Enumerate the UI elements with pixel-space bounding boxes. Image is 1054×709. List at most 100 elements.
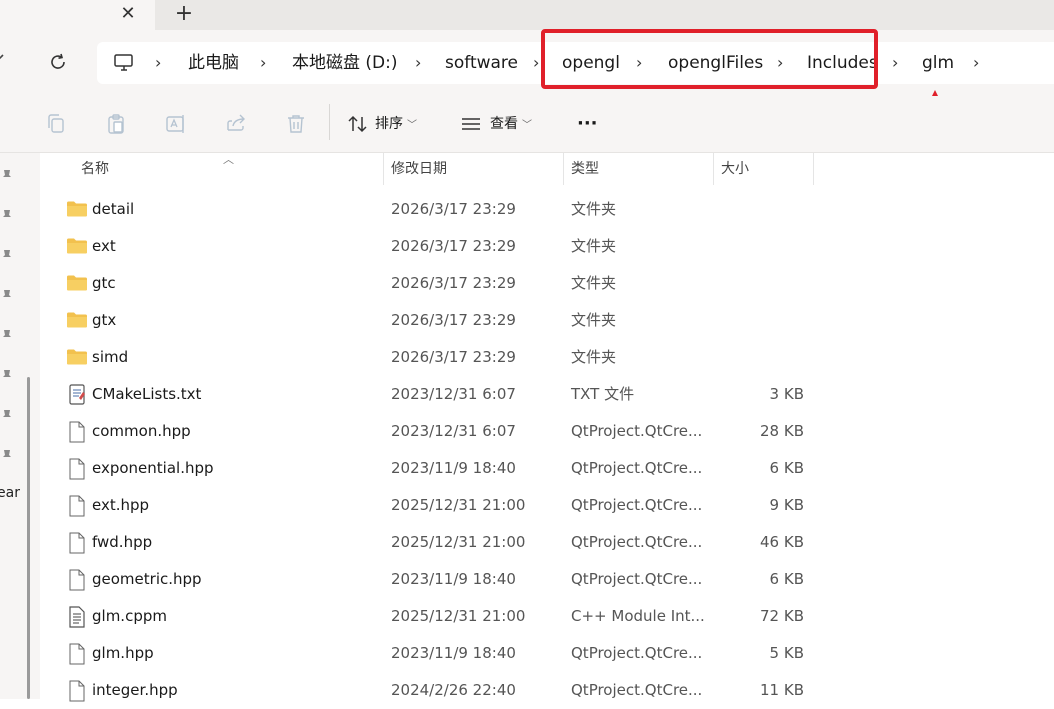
file-modified-date: 2025/12/31 21:00 <box>391 496 526 514</box>
file-type: 文件夹 <box>571 274 617 292</box>
close-tab-icon[interactable]: ✕ <box>118 3 138 25</box>
folder-icon <box>66 236 88 256</box>
active-tab[interactable]: ✕ <box>0 0 155 30</box>
file-type: 文件夹 <box>571 200 617 218</box>
file-size: 72 KB <box>760 607 804 625</box>
file-type: QtProject.QtCre... <box>571 570 703 588</box>
file-row[interactable]: integer.hpp 2024/2/26 22:40 QtProject.QtCr… <box>40 672 1054 709</box>
chevron-down-icon: ﹀ <box>522 120 532 131</box>
breadcrumb-glm[interactable]: glm <box>922 42 954 84</box>
file-modified-date: 2023/11/9 18:40 <box>391 644 516 662</box>
file-type: QtProject.QtCre... <box>571 422 703 440</box>
share-icon[interactable] <box>224 112 248 136</box>
breadcrumb-separator-icon[interactable]: › <box>892 42 898 84</box>
pin-icon[interactable] <box>1 287 13 301</box>
file-row[interactable]: detail 2026/3/17 23:29 文件夹 <box>40 191 1054 228</box>
file-size: 11 KB <box>760 681 804 699</box>
document-file-icon <box>66 606 88 628</box>
file-modified-date: 2025/12/31 21:00 <box>391 533 526 551</box>
file-modified-date: 2023/12/31 6:07 <box>391 385 516 403</box>
breadcrumb-software[interactable]: software <box>445 42 518 84</box>
pin-icon[interactable] <box>1 407 13 421</box>
file-name: gtx <box>92 311 117 329</box>
file-row[interactable]: ext.hpp 2025/12/31 21:00 QtProject.QtCre..… <box>40 487 1054 524</box>
computer-icon[interactable] <box>113 53 135 73</box>
file-modified-date: 2026/3/17 23:29 <box>391 200 516 218</box>
file-size: 6 KB <box>769 570 804 588</box>
breadcrumb-this-pc[interactable]: 此电脑 <box>188 42 239 84</box>
file-type: 文件夹 <box>571 348 617 366</box>
breadcrumb-separator-icon[interactable]: › <box>533 42 539 84</box>
back-arrow-icon[interactable] <box>0 52 8 72</box>
column-divider[interactable] <box>383 153 384 185</box>
nav-item-label[interactable]: ear <box>0 485 20 501</box>
breadcrumb-separator-icon[interactable]: › <box>260 42 266 84</box>
pin-icon[interactable] <box>1 247 13 261</box>
pin-icon[interactable] <box>1 447 13 461</box>
file-icon <box>66 458 88 480</box>
file-modified-date: 2026/3/17 23:29 <box>391 348 516 366</box>
file-row[interactable]: geometric.hpp 2023/11/9 18:40 QtProject.Qt… <box>40 561 1054 598</box>
paste-icon[interactable] <box>104 112 128 136</box>
rename-icon[interactable] <box>164 112 188 136</box>
file-size <box>714 265 804 302</box>
command-bar: 排序 ﹀ 查看 ﹀ ··· <box>0 96 1054 153</box>
sort-icon <box>348 115 367 133</box>
more-options-button[interactable]: ··· <box>577 108 598 140</box>
column-header-size[interactable]: 大小 <box>721 153 749 185</box>
delete-icon[interactable] <box>284 112 308 136</box>
file-row[interactable]: exponential.hpp 2023/11/9 18:40 QtProject.… <box>40 450 1054 487</box>
column-header-name[interactable]: 名称 <box>81 153 109 185</box>
folder-icon <box>66 310 88 330</box>
file-modified-date: 2026/3/17 23:29 <box>391 237 516 255</box>
navigation-pane-scrollbar[interactable] <box>27 377 30 699</box>
cut-icon[interactable] <box>0 112 12 136</box>
file-row[interactable]: glm.hpp 2023/11/9 18:40 QtProject.QtCre...… <box>40 635 1054 672</box>
pin-icon[interactable] <box>1 207 13 221</box>
file-modified-date: 2023/11/9 18:40 <box>391 459 516 477</box>
folder-icon <box>66 199 88 219</box>
pin-icon[interactable] <box>1 367 13 381</box>
column-header-date[interactable]: 修改日期 <box>391 153 447 185</box>
sort-button[interactable]: 排序 ﹀ <box>347 108 417 140</box>
file-icon <box>66 532 88 554</box>
file-name: geometric.hpp <box>92 570 202 588</box>
new-tab-icon[interactable]: + <box>173 3 195 25</box>
view-button[interactable]: 查看 ﹀ <box>460 108 532 140</box>
pin-icon[interactable] <box>1 327 13 341</box>
breadcrumb-separator-icon[interactable]: › <box>973 42 979 84</box>
file-type: QtProject.QtCre... <box>571 644 703 662</box>
column-header-type[interactable]: 类型 <box>571 153 599 185</box>
file-row[interactable]: CMakeLists.txt 2023/12/31 6:07 TXT 文件 3 KB <box>40 376 1054 413</box>
file-size <box>714 191 804 228</box>
file-name: common.hpp <box>92 422 191 440</box>
refresh-icon[interactable] <box>46 50 70 74</box>
file-row[interactable]: gtx 2026/3/17 23:29 文件夹 <box>40 302 1054 339</box>
file-size: 3 KB <box>769 385 804 403</box>
file-modified-date: 2023/11/9 18:40 <box>391 570 516 588</box>
file-size: 28 KB <box>760 422 804 440</box>
breadcrumb-separator-icon[interactable]: › <box>415 42 421 84</box>
file-name: gtc <box>92 274 116 292</box>
pin-icon[interactable] <box>1 167 13 181</box>
file-name: ext <box>92 237 116 255</box>
file-row[interactable]: fwd.hpp 2025/12/31 21:00 QtProject.QtCre..… <box>40 524 1054 561</box>
column-divider[interactable] <box>713 153 714 185</box>
file-row[interactable]: gtc 2026/3/17 23:29 文件夹 <box>40 265 1054 302</box>
file-row[interactable]: ext 2026/3/17 23:29 文件夹 <box>40 228 1054 265</box>
navigation-bar: › 此电脑 › 本地磁盘 (D:) › software › opengl › … <box>0 30 1054 96</box>
column-divider[interactable] <box>813 153 814 185</box>
breadcrumb-local-disk[interactable]: 本地磁盘 (D:) <box>292 42 398 84</box>
file-type: QtProject.QtCre... <box>571 533 703 551</box>
file-type: 文件夹 <box>571 311 617 329</box>
breadcrumb-separator-icon[interactable]: › <box>155 42 161 84</box>
file-icon <box>66 680 88 702</box>
copy-icon[interactable] <box>44 112 68 136</box>
chevron-down-icon: ﹀ <box>407 120 417 131</box>
file-name: detail <box>92 200 135 218</box>
file-row[interactable]: common.hpp 2023/12/31 6:07 QtProject.QtCre… <box>40 413 1054 450</box>
column-divider[interactable] <box>563 153 564 185</box>
file-row[interactable]: simd 2026/3/17 23:29 文件夹 <box>40 339 1054 376</box>
file-modified-date: 2024/2/26 22:40 <box>391 681 516 699</box>
file-row[interactable]: glm.cppm 2025/12/31 21:00 C++ Module Int..… <box>40 598 1054 635</box>
